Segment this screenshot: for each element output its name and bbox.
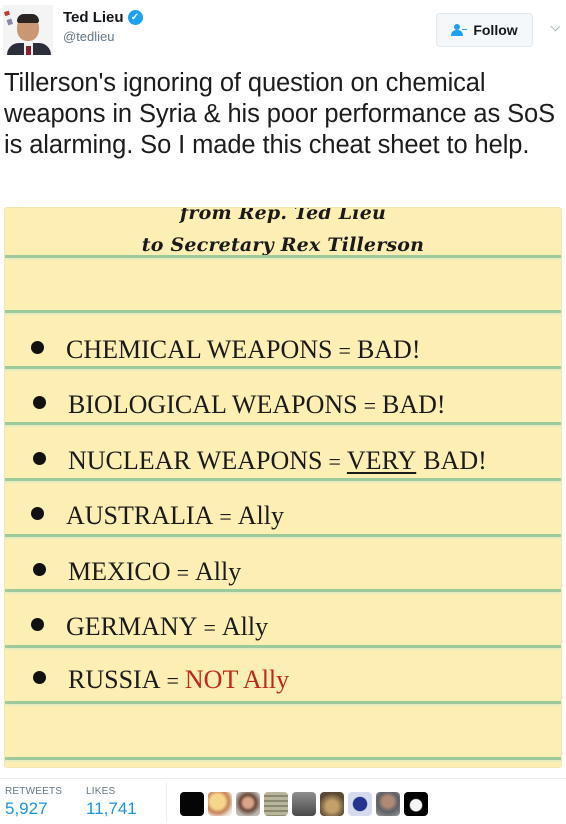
item-subject: CHEMICAL WEAPONS xyxy=(66,335,333,364)
author-info: Ted Lieu ✓ @tedlieu xyxy=(63,9,143,44)
item-subject: BIOLOGICAL WEAPONS xyxy=(68,390,358,419)
cheat-item-chemical: CHEMICAL WEAPONS = BAD! xyxy=(31,335,421,365)
likes-count: 11,741 xyxy=(86,799,137,818)
bullet-icon xyxy=(33,670,46,684)
tweet-stats: RETWEETS 5,927 LIKES 11,741 xyxy=(0,779,566,824)
likers-avatars xyxy=(180,792,428,816)
item-value: BAD! xyxy=(382,390,446,419)
item-subject: AUSTRALIA xyxy=(66,501,214,530)
item-value: Ally xyxy=(237,501,284,530)
follow-button[interactable]: Follow xyxy=(436,13,533,47)
cheat-item-nuclear: NUCLEAR WEAPONS = VERY BAD! xyxy=(33,446,487,476)
ruled-line xyxy=(5,255,561,260)
item-equals: = xyxy=(338,338,351,363)
liker-avatar[interactable] xyxy=(236,792,260,816)
author-display-name[interactable]: Ted Lieu xyxy=(63,9,124,26)
cheat-sheet-title-to: to Secretary Rex Tillerson xyxy=(141,234,425,256)
item-emphasis: VERY xyxy=(346,446,417,475)
item-equals: = xyxy=(328,449,341,474)
bullet-icon xyxy=(31,340,44,354)
item-subject: RUSSIA xyxy=(68,665,161,694)
ruled-line xyxy=(5,422,561,427)
bullet-icon xyxy=(33,395,46,409)
bullet-icon xyxy=(33,562,46,576)
avatar-tie xyxy=(26,46,31,55)
avatar-hair xyxy=(17,14,39,23)
ruled-line xyxy=(5,701,561,706)
ruled-line xyxy=(5,645,561,650)
name-row: Ted Lieu ✓ xyxy=(63,9,143,26)
item-equals: = xyxy=(363,393,377,418)
item-value: Ally xyxy=(221,612,269,641)
liker-avatar[interactable] xyxy=(264,792,288,816)
add-user-icon xyxy=(451,23,468,37)
ruled-line xyxy=(5,757,561,762)
retweets-stat[interactable]: RETWEETS 5,927 xyxy=(5,786,62,819)
liker-avatar[interactable] xyxy=(292,792,316,816)
ruled-line xyxy=(5,310,561,315)
retweets-label: RETWEETS xyxy=(5,786,63,797)
item-subject: MEXICO xyxy=(68,557,171,586)
item-equals: = xyxy=(219,504,232,529)
cheat-item-germany: GERMANY = Ally xyxy=(31,612,268,642)
item-value: Ally xyxy=(194,557,242,586)
item-equals: = xyxy=(176,560,189,585)
cheat-item-biological: BIOLOGICAL WEAPONS = BAD! xyxy=(33,390,446,420)
item-value: BAD! xyxy=(423,446,487,475)
ruled-line xyxy=(5,589,561,594)
bullet-icon xyxy=(31,506,44,520)
liker-avatar[interactable] xyxy=(208,792,232,816)
ruled-line xyxy=(5,534,561,539)
item-value: NOT Ally xyxy=(184,665,290,694)
tweet-header: Ted Lieu ✓ @tedlieu Follow xyxy=(0,0,566,62)
cheat-item-australia: AUSTRALIA = Ally xyxy=(31,501,284,531)
liker-avatar[interactable] xyxy=(376,792,400,816)
liker-avatar[interactable] xyxy=(404,792,428,816)
author-handle[interactable]: @tedlieu xyxy=(63,29,143,44)
liker-avatar[interactable] xyxy=(348,792,372,816)
item-subject: NUCLEAR WEAPONS xyxy=(68,446,323,475)
bullet-icon xyxy=(33,451,46,465)
flag-icon xyxy=(3,10,14,26)
tweet-text: Tillerson's ignoring of question on chem… xyxy=(4,69,556,159)
cheat-sheet-image[interactable]: from Rep. Ted Lieu to Secretary Rex Till… xyxy=(4,207,562,768)
liker-avatar[interactable] xyxy=(180,792,204,816)
cheat-item-mexico: MEXICO = Ally xyxy=(33,557,241,587)
item-equals: = xyxy=(166,668,179,693)
item-subject: GERMANY xyxy=(66,612,198,641)
bullet-icon xyxy=(31,617,44,631)
item-equals: = xyxy=(203,615,216,640)
ruled-line xyxy=(5,478,561,483)
verified-badge-icon: ✓ xyxy=(127,10,143,25)
cheat-item-russia: RUSSIA = NOT Ally xyxy=(33,665,289,695)
likes-stat[interactable]: LIKES 11,741 xyxy=(86,786,137,819)
author-avatar[interactable] xyxy=(3,5,53,55)
chevron-down-icon[interactable] xyxy=(551,23,561,33)
ruled-line xyxy=(5,366,561,371)
retweets-count: 5,927 xyxy=(5,799,48,818)
likes-label: LIKES xyxy=(86,786,116,797)
liker-avatar[interactable] xyxy=(320,792,344,816)
cheat-sheet-title-from: from Rep. Ted Lieu xyxy=(180,207,386,224)
stats-separator xyxy=(166,783,167,823)
follow-label: Follow xyxy=(473,22,518,38)
item-value: BAD! xyxy=(356,335,421,364)
